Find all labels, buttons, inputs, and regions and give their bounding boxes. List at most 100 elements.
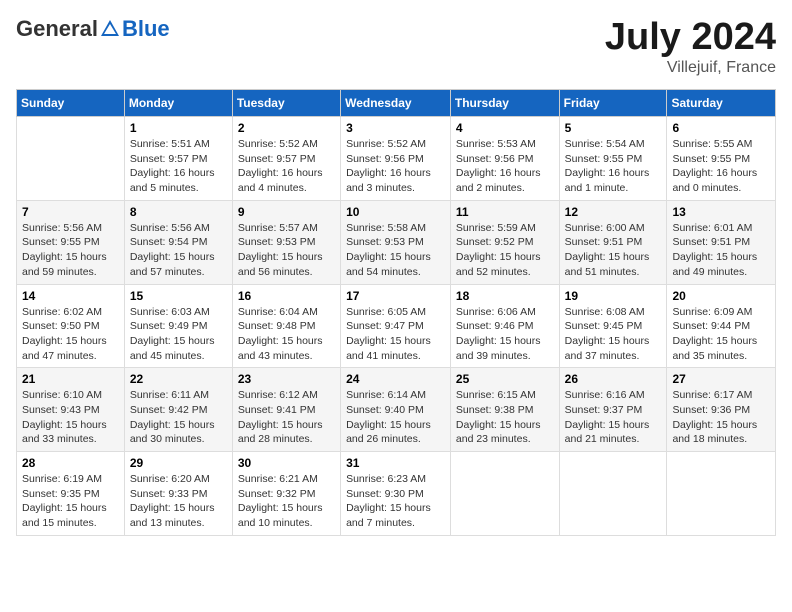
calendar-cell (559, 452, 667, 536)
calendar-cell: 26 Sunrise: 6:16 AM Sunset: 9:37 PM Dayli… (559, 368, 667, 452)
calendar-cell: 25 Sunrise: 6:15 AM Sunset: 9:38 PM Dayli… (450, 368, 559, 452)
calendar-cell: 22Sunrise: 6:11 AM Sunset: 9:42 PM Dayli… (124, 368, 232, 452)
calendar-cell: 9Sunrise: 5:57 AM Sunset: 9:53 PM Daylig… (232, 200, 340, 284)
day-number: 24 (346, 372, 445, 386)
day-info: Sunrise: 6:08 AM Sunset: 9:45 PM Dayligh… (565, 305, 662, 364)
day-info: Sunrise: 6:06 AM Sunset: 9:46 PM Dayligh… (456, 305, 554, 364)
day-info: Sunrise: 5:56 AM Sunset: 9:54 PM Dayligh… (130, 221, 227, 280)
calendar-week-row: 14Sunrise: 6:02 AM Sunset: 9:50 PM Dayli… (17, 284, 776, 368)
day-info: Sunrise: 6:23 AM Sunset: 9:30 PM Dayligh… (346, 472, 445, 531)
day-number: 29 (130, 456, 227, 470)
calendar-cell: 20 Sunrise: 6:09 AM Sunset: 9:44 PM Dayli… (667, 284, 776, 368)
day-info: Sunrise: 6:05 AM Sunset: 9:47 PM Dayligh… (346, 305, 445, 364)
day-info: Sunrise: 6:03 AM Sunset: 9:49 PM Dayligh… (130, 305, 227, 364)
day-info: Sunrise: 6:15 AM Sunset: 9:38 PM Dayligh… (456, 388, 554, 447)
calendar-cell: 13 Sunrise: 6:01 AM Sunset: 9:51 PM Dayli… (667, 200, 776, 284)
day-number: 31 (346, 456, 445, 470)
calendar-cell (17, 117, 125, 201)
day-number: 3 (346, 121, 445, 135)
calendar-cell: 10 Sunrise: 5:58 AM Sunset: 9:53 PM Dayli… (341, 200, 451, 284)
day-info: Sunrise: 5:54 AM Sunset: 9:55 PM Dayligh… (565, 137, 662, 196)
page-header: General Blue July 2024 Villejuif, France (16, 16, 776, 77)
calendar-cell: 28Sunrise: 6:19 AM Sunset: 9:35 PM Dayli… (17, 452, 125, 536)
calendar-cell: 19 Sunrise: 6:08 AM Sunset: 9:45 PM Dayli… (559, 284, 667, 368)
location-subtitle: Villejuif, France (605, 59, 776, 77)
day-info: Sunrise: 6:10 AM Sunset: 9:43 PM Dayligh… (22, 388, 119, 447)
calendar-week-row: 21 Sunrise: 6:10 AM Sunset: 9:43 PM Dayli… (17, 368, 776, 452)
day-number: 17 (346, 289, 445, 303)
calendar-cell: 24 Sunrise: 6:14 AM Sunset: 9:40 PM Dayli… (341, 368, 451, 452)
day-number: 26 (565, 372, 662, 386)
calendar-table: SundayMondayTuesdayWednesdayThursdayFrid… (16, 89, 776, 536)
calendar-cell: 18 Sunrise: 6:06 AM Sunset: 9:46 PM Dayli… (450, 284, 559, 368)
day-info: Sunrise: 6:09 AM Sunset: 9:44 PM Dayligh… (672, 305, 770, 364)
calendar-cell: 2 Sunrise: 5:52 AM Sunset: 9:57 PM Daylig… (232, 117, 340, 201)
calendar-cell: 17 Sunrise: 6:05 AM Sunset: 9:47 PM Dayli… (341, 284, 451, 368)
calendar-cell: 1 Sunrise: 5:51 AM Sunset: 9:57 PM Daylig… (124, 117, 232, 201)
day-number: 2 (238, 121, 335, 135)
day-number: 21 (22, 372, 119, 386)
day-number: 30 (238, 456, 335, 470)
calendar-week-row: 7 Sunrise: 5:56 AM Sunset: 9:55 PM Daylig… (17, 200, 776, 284)
day-info: Sunrise: 6:14 AM Sunset: 9:40 PM Dayligh… (346, 388, 445, 447)
calendar-cell (450, 452, 559, 536)
day-info: Sunrise: 6:01 AM Sunset: 9:51 PM Dayligh… (672, 221, 770, 280)
calendar-cell: 30 Sunrise: 6:21 AM Sunset: 9:32 PM Dayli… (232, 452, 340, 536)
day-number: 19 (565, 289, 662, 303)
calendar-cell: 15 Sunrise: 6:03 AM Sunset: 9:49 PM Dayli… (124, 284, 232, 368)
weekday-header: Saturday (667, 90, 776, 117)
day-info: Sunrise: 6:12 AM Sunset: 9:41 PM Dayligh… (238, 388, 335, 447)
calendar-cell: 7 Sunrise: 5:56 AM Sunset: 9:55 PM Daylig… (17, 200, 125, 284)
day-info: Sunrise: 6:00 AM Sunset: 9:51 PM Dayligh… (565, 221, 662, 280)
day-number: 18 (456, 289, 554, 303)
weekday-header: Friday (559, 90, 667, 117)
day-number: 11 (456, 205, 554, 219)
day-info: Sunrise: 5:53 AM Sunset: 9:56 PM Dayligh… (456, 137, 554, 196)
day-number: 15 (130, 289, 227, 303)
calendar-cell: 11 Sunrise: 5:59 AM Sunset: 9:52 PM Dayli… (450, 200, 559, 284)
day-number: 22 (130, 372, 227, 386)
logo-general-text: General (16, 16, 98, 42)
calendar-cell: 27Sunrise: 6:17 AM Sunset: 9:36 PM Dayli… (667, 368, 776, 452)
logo-icon (99, 18, 121, 40)
day-info: Sunrise: 5:59 AM Sunset: 9:52 PM Dayligh… (456, 221, 554, 280)
day-info: Sunrise: 5:52 AM Sunset: 9:57 PM Dayligh… (238, 137, 335, 196)
weekday-header: Monday (124, 90, 232, 117)
calendar-week-row: 28Sunrise: 6:19 AM Sunset: 9:35 PM Dayli… (17, 452, 776, 536)
day-info: Sunrise: 6:21 AM Sunset: 9:32 PM Dayligh… (238, 472, 335, 531)
day-number: 5 (565, 121, 662, 135)
calendar-cell: 31 Sunrise: 6:23 AM Sunset: 9:30 PM Dayli… (341, 452, 451, 536)
calendar-cell: 21 Sunrise: 6:10 AM Sunset: 9:43 PM Dayli… (17, 368, 125, 452)
day-number: 20 (672, 289, 770, 303)
day-info: Sunrise: 5:55 AM Sunset: 9:55 PM Dayligh… (672, 137, 770, 196)
title-block: July 2024 Villejuif, France (605, 16, 776, 77)
day-info: Sunrise: 5:57 AM Sunset: 9:53 PM Dayligh… (238, 221, 335, 280)
day-number: 8 (130, 205, 227, 219)
logo-blue-text: Blue (122, 16, 170, 42)
day-info: Sunrise: 6:04 AM Sunset: 9:48 PM Dayligh… (238, 305, 335, 364)
calendar-cell: 14Sunrise: 6:02 AM Sunset: 9:50 PM Dayli… (17, 284, 125, 368)
day-info: Sunrise: 6:20 AM Sunset: 9:33 PM Dayligh… (130, 472, 227, 531)
calendar-cell: 4 Sunrise: 5:53 AM Sunset: 9:56 PM Daylig… (450, 117, 559, 201)
day-number: 13 (672, 205, 770, 219)
day-number: 10 (346, 205, 445, 219)
day-info: Sunrise: 5:51 AM Sunset: 9:57 PM Dayligh… (130, 137, 227, 196)
day-number: 28 (22, 456, 119, 470)
calendar-cell: 29 Sunrise: 6:20 AM Sunset: 9:33 PM Dayli… (124, 452, 232, 536)
day-info: Sunrise: 5:52 AM Sunset: 9:56 PM Dayligh… (346, 137, 445, 196)
day-number: 7 (22, 205, 119, 219)
calendar-cell: 6Sunrise: 5:55 AM Sunset: 9:55 PM Daylig… (667, 117, 776, 201)
weekday-header: Wednesday (341, 90, 451, 117)
day-info: Sunrise: 6:16 AM Sunset: 9:37 PM Dayligh… (565, 388, 662, 447)
calendar-cell: 12Sunrise: 6:00 AM Sunset: 9:51 PM Dayli… (559, 200, 667, 284)
day-number: 23 (238, 372, 335, 386)
day-number: 4 (456, 121, 554, 135)
day-number: 27 (672, 372, 770, 386)
day-number: 25 (456, 372, 554, 386)
day-info: Sunrise: 5:58 AM Sunset: 9:53 PM Dayligh… (346, 221, 445, 280)
calendar-cell: 5 Sunrise: 5:54 AM Sunset: 9:55 PM Daylig… (559, 117, 667, 201)
day-info: Sunrise: 5:56 AM Sunset: 9:55 PM Dayligh… (22, 221, 119, 280)
calendar-cell: 3 Sunrise: 5:52 AM Sunset: 9:56 PM Daylig… (341, 117, 451, 201)
day-number: 1 (130, 121, 227, 135)
logo: General Blue (16, 16, 170, 42)
